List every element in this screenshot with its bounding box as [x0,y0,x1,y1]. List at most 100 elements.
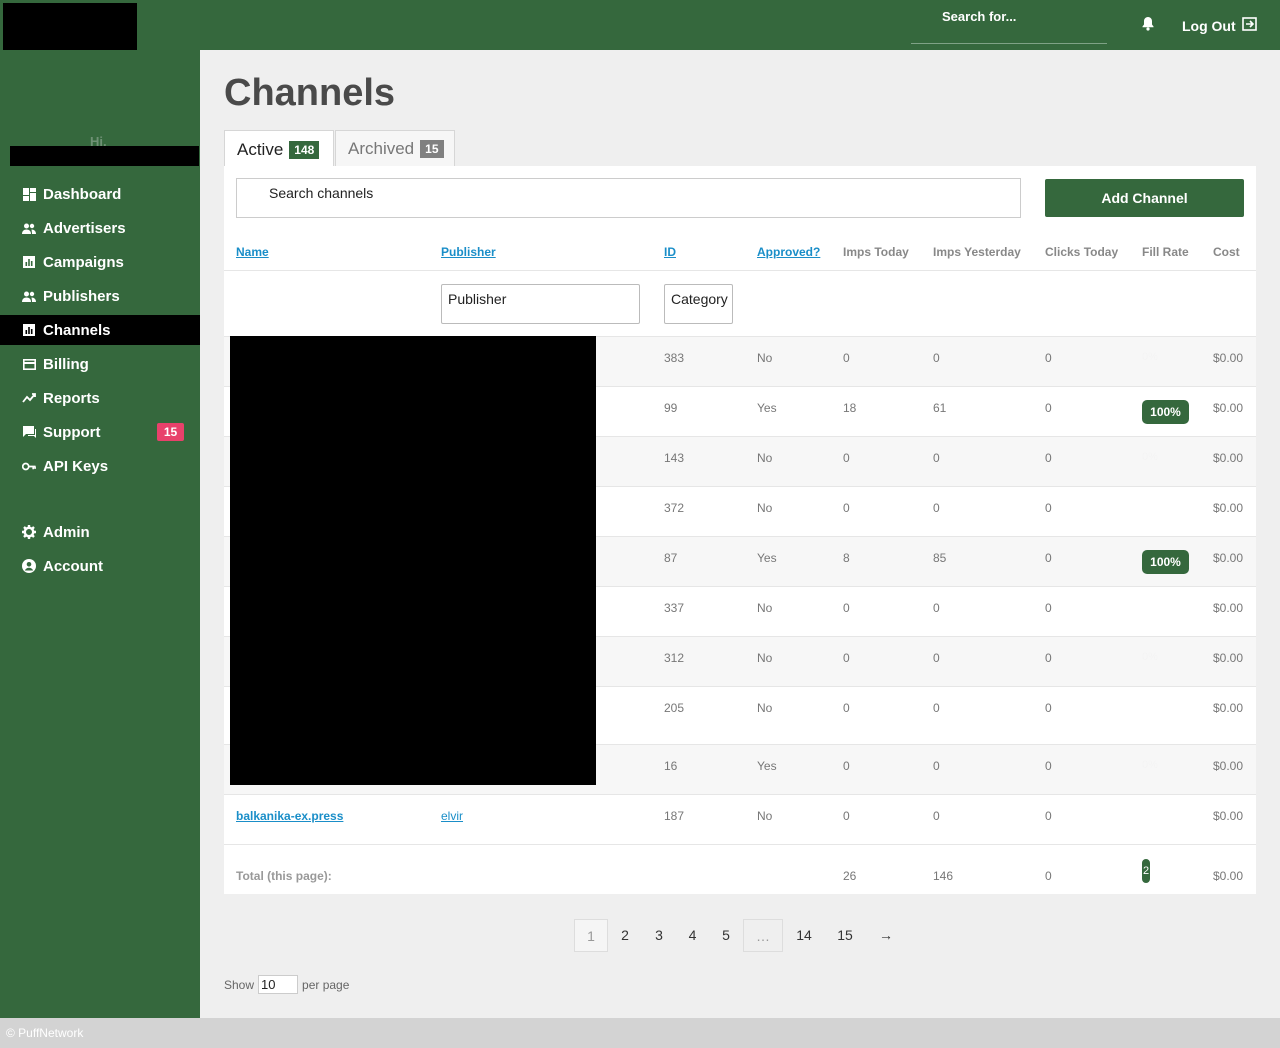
logo-redacted [3,3,137,51]
publisher-link[interactable]: elvir [441,809,463,823]
channel-id: 383 [664,351,685,365]
page-button-2[interactable]: 2 [608,919,642,952]
column-header-name[interactable]: Name [236,245,269,259]
support-count-badge: 15 [157,423,184,441]
tab-label: Active [237,139,284,159]
clicks-today: 0 [1045,701,1052,715]
sidebar-item-api-keys[interactable]: API Keys [0,451,200,481]
fill-rate-empty: 0% [1142,351,1158,363]
total-imps-today: 26 [843,869,857,883]
table-row: balkanika-ex.press elvir 187 No 0 0 0 $0.00 [224,794,1256,844]
next-page-button[interactable]: → [868,919,904,952]
approved-status: No [757,601,773,615]
page-button-3[interactable]: 3 [642,919,676,952]
sidebar-item-channels[interactable]: Channels [0,315,200,345]
sidebar-item-campaigns[interactable]: Campaigns [0,247,200,277]
sidebar-item-reports[interactable]: Reports [0,383,200,413]
page-button-5[interactable]: 5 [709,919,743,952]
per-page-suffix: per page [302,977,350,992]
imps-today: 0 [843,701,850,715]
clicks-today: 0 [1045,551,1052,565]
key-icon [22,459,36,473]
top-bar: Search for... Log Out [0,0,1280,51]
fill-rate-empty: 0% [1142,759,1158,771]
publisher-filter-input[interactable]: Publisher [441,284,640,324]
bell-icon[interactable] [1141,16,1157,32]
imps-yesterday: 0 [933,759,940,773]
page-button-15[interactable]: 15 [826,919,864,952]
page-button-4[interactable]: 4 [676,919,709,952]
page-button-14[interactable]: 14 [785,919,823,952]
channel-id: 87 [664,551,678,565]
page-button-1[interactable]: 1 [574,919,608,952]
column-header-imps-today: Imps Today [843,245,909,259]
approved-status: Yes [757,759,777,773]
imps-today: 18 [843,401,857,415]
channel-id: 143 [664,451,685,465]
users-icon [22,289,36,303]
cost: $0.00 [1213,809,1244,823]
imps-yesterday: 0 [933,451,940,465]
approved-status: Yes [757,401,777,415]
sidebar-item-label: Admin [43,523,90,541]
clicks-today: 0 [1045,809,1052,823]
sidebar-item-label: Billing [43,355,89,373]
approved-status: No [757,651,773,665]
tab-count-badge: 15 [420,139,444,158]
column-header-id[interactable]: ID [664,245,676,259]
filter-row: Publisher Category [224,270,1256,336]
approved-status: Yes [757,551,777,565]
sidebar-item-label: Support [43,423,101,441]
gear-icon [22,525,36,539]
column-header-clicks-today: Clicks Today [1045,245,1119,259]
column-header-approved[interactable]: Approved? [757,245,820,259]
imps-yesterday: 0 [933,651,940,665]
sidebar-item-label: Reports [43,389,100,407]
sidebar-item-account[interactable]: Account [0,551,200,581]
total-cost: $0.00 [1213,869,1244,883]
cost: $0.00 [1213,651,1244,665]
column-header-publisher[interactable]: Publisher [441,245,496,259]
channel-search-input[interactable]: Search channels [236,178,1021,218]
cost: $0.00 [1213,551,1244,565]
imps-today: 0 [843,501,850,515]
imps-yesterday: 0 [933,701,940,715]
cost: $0.00 [1213,401,1244,415]
clicks-today: 0 [1045,601,1052,615]
column-header-fill-rate: Fill Rate [1142,245,1189,259]
sidebar-item-advertisers[interactable]: Advertisers [0,213,200,243]
sidebar-item-label: Account [43,557,103,575]
add-channel-button[interactable]: Add Channel [1045,179,1244,217]
sidebar-item-support[interactable]: Support 15 [0,417,200,447]
imps-yesterday: 85 [933,551,947,565]
per-page-input[interactable]: 10 [258,975,299,994]
clicks-today: 0 [1045,759,1052,773]
cost: $0.00 [1213,601,1244,615]
fill-rate-badge: 100% [1142,400,1189,424]
page-title: Channels [224,72,396,114]
cost: $0.00 [1213,701,1244,715]
user-circle-icon [22,559,36,573]
approved-status: No [757,351,773,365]
sidebar-item-admin[interactable]: Admin [0,517,200,547]
tab-archived[interactable]: Archived 15 [335,130,455,166]
cost: $0.00 [1213,451,1244,465]
page-ellipsis: … [743,919,783,952]
sidebar-item-publishers[interactable]: Publishers [0,281,200,311]
approved-status: No [757,501,773,515]
channel-search-placeholder: Search channels [269,185,374,201]
category-filter-select[interactable]: Category [664,284,733,324]
logout-button[interactable]: Log Out [1182,17,1258,34]
sidebar-item-billing[interactable]: Billing [0,349,200,379]
top-search-placeholder: Search for... [942,9,1017,24]
redacted-names-block [230,336,596,785]
trend-icon [22,391,36,405]
tab-count-badge: 148 [289,140,320,159]
channel-name-link[interactable]: balkanika-ex.press [236,809,343,823]
top-search-input[interactable]: Search for... [911,6,1107,44]
tab-active[interactable]: Active 148 [224,130,334,168]
sidebar-item-dashboard[interactable]: Dashboard [0,179,200,209]
footer: © PuffNetwork [0,1018,1280,1048]
imps-today: 0 [843,451,850,465]
channel-id: 312 [664,651,685,665]
